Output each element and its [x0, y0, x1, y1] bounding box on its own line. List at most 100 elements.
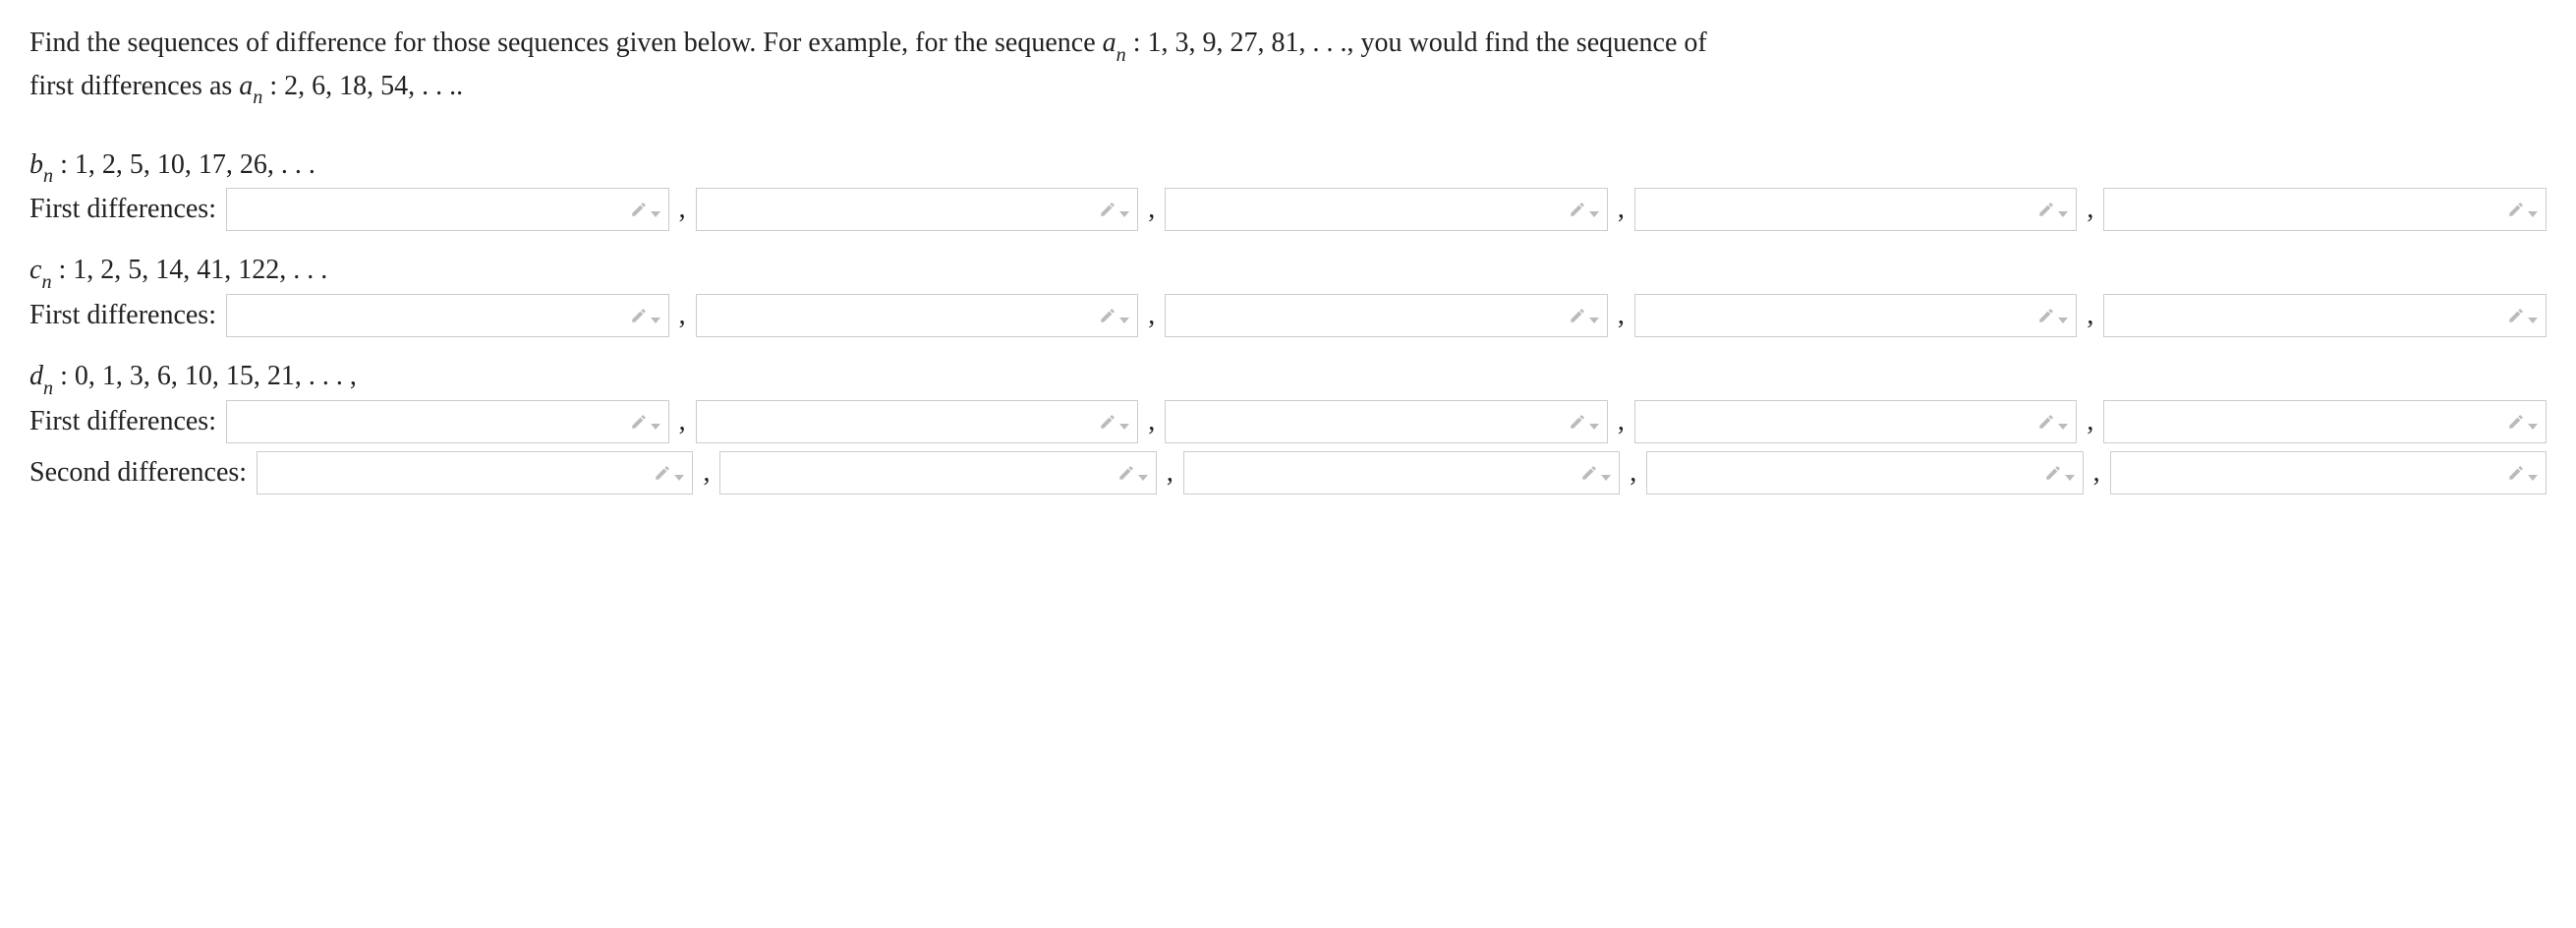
chevron-down-icon	[1589, 211, 1599, 217]
sequence-text: : 1, 2, 5, 10, 17, 26, . . .	[53, 149, 315, 180]
instructions: Find the sequences of difference for tho…	[29, 24, 2547, 110]
row-label: First differences:	[29, 190, 216, 230]
answer-row: First differences:,,,,	[29, 294, 2547, 337]
answer-input-c-0-3[interactable]	[1634, 294, 2078, 337]
input-group: ,,,,	[226, 400, 2547, 443]
separator-comma: ,	[679, 190, 686, 230]
pencil-icon	[1569, 413, 1586, 431]
pencil-icon	[630, 307, 648, 324]
input-group: ,,,,	[226, 294, 2547, 337]
math-sub: n	[41, 271, 51, 293]
chevron-down-icon	[1589, 424, 1599, 430]
separator-comma: ,	[679, 296, 686, 336]
answer-input-b-0-0[interactable]	[226, 188, 669, 231]
pencil-icon	[1569, 201, 1586, 218]
separator-comma: ,	[2087, 402, 2093, 442]
chevron-down-icon	[2058, 318, 2068, 323]
separator-comma: ,	[2093, 453, 2100, 493]
answer-input-d-0-1[interactable]	[696, 400, 1139, 443]
row-label: First differences:	[29, 402, 216, 442]
separator-comma: ,	[1618, 296, 1625, 336]
input-group: ,,,,	[226, 188, 2547, 231]
answer-input-d-0-0[interactable]	[226, 400, 669, 443]
pencil-icon	[2037, 201, 2055, 218]
answer-input-c-0-0[interactable]	[226, 294, 669, 337]
answer-row: First differences:,,,,	[29, 188, 2547, 231]
chevron-down-icon	[1119, 211, 1129, 217]
sequence-text: : 2, 6, 18, 54, . . ..	[262, 71, 463, 101]
pencil-icon	[2507, 464, 2525, 482]
chevron-down-icon	[1138, 475, 1148, 481]
math-sub: n	[43, 377, 53, 399]
answer-input-b-0-1[interactable]	[696, 188, 1139, 231]
answer-row: Second differences:,,,,	[29, 451, 2547, 494]
math-var-a: a	[1103, 28, 1116, 58]
chevron-down-icon	[2058, 211, 2068, 217]
chevron-down-icon	[2528, 475, 2538, 481]
answer-input-b-0-3[interactable]	[1634, 188, 2078, 231]
pencil-icon	[630, 201, 648, 218]
pencil-icon	[1099, 413, 1116, 431]
answer-input-d-1-2[interactable]	[1183, 451, 1620, 494]
answer-input-c-0-4[interactable]	[2103, 294, 2547, 337]
answer-row: First differences:,,,,	[29, 400, 2547, 443]
answer-input-d-1-1[interactable]	[719, 451, 1156, 494]
pencil-icon	[2044, 464, 2062, 482]
separator-comma: ,	[679, 402, 686, 442]
separator-comma: ,	[1148, 296, 1155, 336]
pencil-icon	[630, 413, 648, 431]
separator-comma: ,	[2087, 296, 2093, 336]
problem-c: cn : 1, 2, 5, 14, 41, 122, . . .First di…	[29, 251, 2547, 337]
answer-input-d-0-2[interactable]	[1165, 400, 1608, 443]
math-var: d	[29, 361, 43, 391]
answer-input-d-0-4[interactable]	[2103, 400, 2547, 443]
chevron-down-icon	[1601, 475, 1611, 481]
problem-b: bn : 1, 2, 5, 10, 17, 26, . . .First dif…	[29, 145, 2547, 232]
pencil-icon	[1117, 464, 1135, 482]
chevron-down-icon	[1119, 318, 1129, 323]
pencil-icon	[2507, 413, 2525, 431]
sequence-definition: cn : 1, 2, 5, 14, 41, 122, . . .	[29, 251, 2547, 294]
pencil-icon	[2037, 413, 2055, 431]
row-label: Second differences:	[29, 453, 247, 493]
answer-input-c-0-1[interactable]	[696, 294, 1139, 337]
answer-input-d-1-4[interactable]	[2110, 451, 2547, 494]
pencil-icon	[1099, 201, 1116, 218]
separator-comma: ,	[2087, 190, 2093, 230]
separator-comma: ,	[1148, 190, 1155, 230]
sequence-definition: dn : 0, 1, 3, 6, 10, 15, 21, . . . ,	[29, 357, 2547, 400]
separator-comma: ,	[1618, 190, 1625, 230]
chevron-down-icon	[651, 318, 660, 323]
separator-comma: ,	[1630, 453, 1636, 493]
answer-input-d-1-3[interactable]	[1646, 451, 2083, 494]
answer-input-d-0-3[interactable]	[1634, 400, 2078, 443]
separator-comma: ,	[1167, 453, 1174, 493]
answer-input-d-1-0[interactable]	[257, 451, 693, 494]
sequence-text: : 1, 2, 5, 14, 41, 122, . . .	[52, 255, 328, 285]
intro-text: , you would find the sequence of	[1346, 28, 1706, 58]
chevron-down-icon	[651, 424, 660, 430]
chevron-down-icon	[651, 211, 660, 217]
chevron-down-icon	[2065, 475, 2075, 481]
chevron-down-icon	[674, 475, 684, 481]
chevron-down-icon	[2528, 211, 2538, 217]
pencil-icon	[2507, 307, 2525, 324]
math-sub: n	[43, 165, 53, 187]
pencil-icon	[1569, 307, 1586, 324]
chevron-down-icon	[2528, 424, 2538, 430]
math-sub-n: n	[253, 87, 262, 108]
chevron-down-icon	[2528, 318, 2538, 323]
answer-input-c-0-2[interactable]	[1165, 294, 1608, 337]
chevron-down-icon	[1119, 424, 1129, 430]
separator-comma: ,	[703, 453, 710, 493]
sequence-definition: bn : 1, 2, 5, 10, 17, 26, . . .	[29, 145, 2547, 189]
separator-comma: ,	[1618, 402, 1625, 442]
answer-input-b-0-4[interactable]	[2103, 188, 2547, 231]
math-sub-n: n	[1116, 44, 1126, 66]
chevron-down-icon	[1589, 318, 1599, 323]
intro-text: Find the sequences of difference for tho…	[29, 28, 1103, 58]
math-var: b	[29, 149, 43, 180]
answer-input-b-0-2[interactable]	[1165, 188, 1608, 231]
math-var-a: a	[239, 71, 253, 101]
pencil-icon	[2037, 307, 2055, 324]
